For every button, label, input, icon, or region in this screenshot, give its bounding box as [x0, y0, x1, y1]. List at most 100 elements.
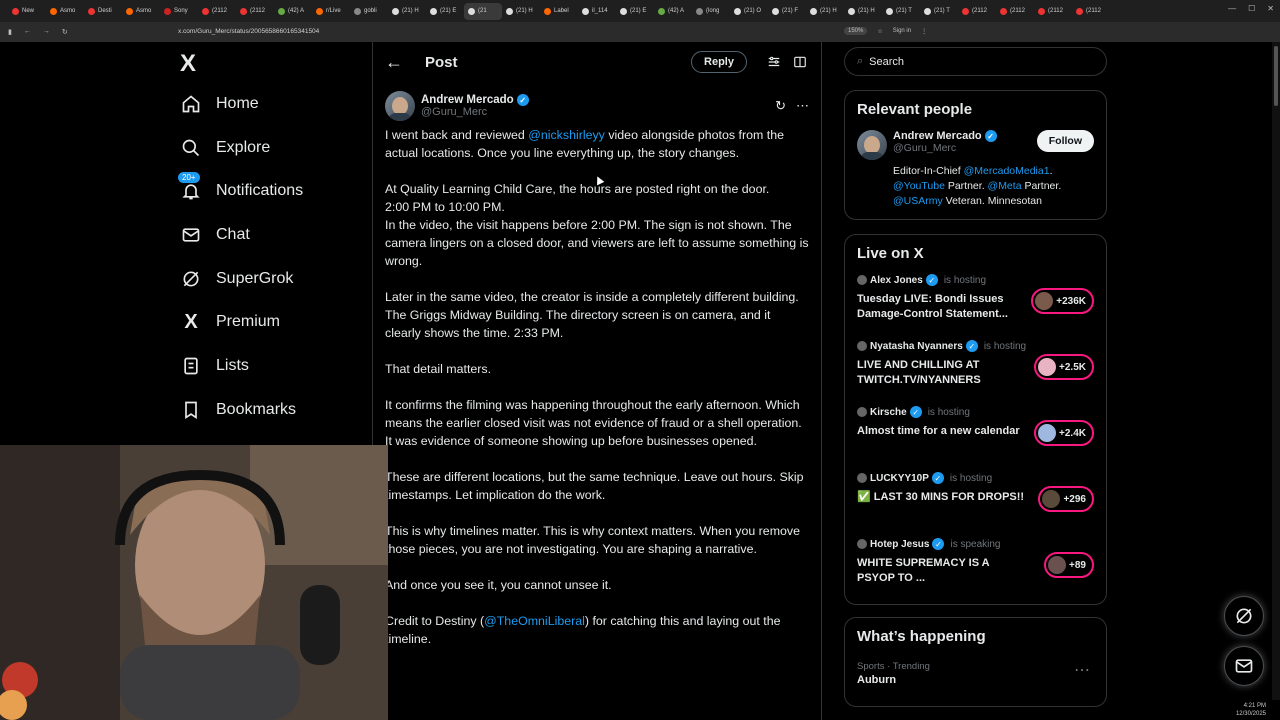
zoom-level[interactable]: 150% [844, 27, 868, 35]
nav-item-explore[interactable]: Explore [180, 126, 370, 170]
browser-tab[interactable]: (21) E [426, 3, 464, 20]
browser-tab[interactable]: (21) T [920, 3, 958, 20]
browser-tab[interactable]: New [8, 3, 46, 20]
sidebar-toggle-icon[interactable]: ▮ [8, 28, 12, 36]
grok-icon [180, 268, 202, 290]
mention-link[interactable]: @YouTube [893, 180, 945, 192]
menu-icon[interactable]: ⋮ [921, 28, 927, 35]
browser-tab[interactable]: Asmo [122, 3, 160, 20]
host-name[interactable]: Hotep Jesus [870, 539, 929, 550]
browser-tab[interactable]: (21) O [730, 3, 768, 20]
host-name[interactable]: LUCKYY10P [870, 473, 929, 484]
browser-tab[interactable]: (42) A [654, 3, 692, 20]
grok-analyze-icon[interactable]: ↻ [775, 98, 786, 114]
nav-item-home[interactable]: Home [180, 82, 370, 126]
browser-tab[interactable]: (long [692, 3, 730, 20]
minimize-icon[interactable]: — [1228, 4, 1236, 13]
browser-tab[interactable]: Asmo [46, 3, 84, 20]
browser-tab[interactable]: r/Live [312, 3, 350, 20]
maximize-icon[interactable]: ☐ [1248, 4, 1255, 13]
search-input[interactable]: ⌕ Search [844, 47, 1107, 76]
listener-count-pill[interactable]: +2.4K [1034, 420, 1094, 446]
live-item[interactable]: Nyatasha Nyanners ✓ is hosting LIVE AND CHI… [857, 340, 1094, 394]
right-sidebar: ⌕ Search Relevant people Andrew Mercado ✓… [844, 42, 1107, 707]
listener-count-pill[interactable]: +2.5K [1034, 354, 1094, 380]
section-title: Relevant people [857, 101, 973, 118]
scrollbar[interactable] [1272, 42, 1280, 700]
nav-item-supergrok[interactable]: SuperGrok [180, 257, 370, 301]
browser-tab[interactable]: (21) H [844, 3, 882, 20]
back-arrow-icon[interactable]: ← [385, 52, 425, 73]
live-title[interactable]: Almost time for a new calendar [857, 424, 1027, 439]
host-name[interactable]: Alex Jones [870, 275, 923, 286]
signin-button[interactable]: Sign in [893, 28, 911, 34]
star-icon[interactable]: ☆ [877, 28, 882, 35]
mention-link[interactable]: @nickshirleyy [528, 128, 605, 142]
browser-tab[interactable]: (21) T [882, 3, 920, 20]
host-avatar [857, 341, 867, 351]
nav-item-bookmarks[interactable]: Bookmarks [180, 388, 370, 432]
browser-tab[interactable]: il_114 [578, 3, 616, 20]
browser-tab[interactable]: (2112 [996, 3, 1034, 20]
follow-button[interactable]: Follow [1036, 130, 1094, 152]
browser-tab[interactable]: Desti [84, 3, 122, 20]
browser-tab[interactable]: (21) F [768, 3, 806, 20]
mention-link[interactable]: @USArmy [893, 195, 943, 207]
nav-item-chat[interactable]: Chat [180, 213, 370, 257]
avatar[interactable] [385, 91, 415, 121]
x-logo-icon[interactable]: X [180, 46, 370, 82]
grok-button[interactable] [1224, 596, 1264, 636]
live-title[interactable]: WHITE SUPREMACY IS A PSYOP TO ... [857, 556, 1027, 586]
host-name[interactable]: Nyatasha Nyanners [870, 341, 963, 352]
live-title[interactable]: LIVE AND CHILLING AT TWITCH.TV/NYANNERS [857, 358, 1027, 388]
browser-tab[interactable]: (2112 [1072, 3, 1110, 20]
forward-icon[interactable]: → [43, 28, 50, 36]
live-title[interactable]: Tuesday LIVE: Bondi Issues Damage-Contro… [857, 292, 1027, 322]
relevant-person[interactable]: Andrew Mercado ✓ @Guru_Merc Follow [857, 130, 1094, 160]
reload-icon[interactable]: ↻ [62, 28, 68, 36]
browser-tab[interactable]: (2112 [198, 3, 236, 20]
nav-item-notifications[interactable]: 20+ Notifications [177, 169, 370, 213]
browser-tab[interactable]: Label [540, 3, 578, 20]
browser-tab[interactable]: gobli [350, 3, 388, 20]
mention-link[interactable]: @MercadoMedia1 [964, 165, 1050, 177]
listener-count-pill[interactable]: +236K [1031, 288, 1094, 314]
live-item[interactable]: LUCKYY10P ✓ is hosting ✅ LAST 30 MINS FOR D… [857, 472, 1094, 526]
browser-tab[interactable]: (21) H [806, 3, 844, 20]
browser-tab[interactable]: (21) H [388, 3, 426, 20]
browser-tab[interactable]: (2112 [958, 3, 996, 20]
listener-count-pill[interactable]: +296 [1038, 486, 1094, 512]
live-item[interactable]: Kirsche ✓ is hosting Almost time for a new … [857, 406, 1094, 460]
listener-count-pill[interactable]: +89 [1044, 552, 1094, 578]
reader-view-icon[interactable] [791, 55, 809, 69]
nav-item-premium[interactable]: X Premium [180, 300, 370, 344]
nav-item-lists[interactable]: Lists [180, 344, 370, 388]
browser-tab[interactable]: (21) E [616, 3, 654, 20]
browser-tab[interactable]: Sony [160, 3, 198, 20]
browser-tab[interactable]: (2112 [236, 3, 274, 20]
mention-link[interactable]: @TheOmniLiberal [484, 614, 585, 628]
more-options-icon[interactable]: ⋯ [796, 98, 809, 114]
author-handle[interactable]: @Guru_Merc [421, 106, 529, 118]
live-item[interactable]: Hotep Jesus ✓ is speaking WHITE SUPREMACY I… [857, 538, 1094, 592]
person-name[interactable]: Andrew Mercado [893, 130, 982, 142]
tab-label: il_114 [592, 8, 608, 14]
messages-button[interactable] [1224, 646, 1264, 686]
live-item[interactable]: Alex Jones ✓ is hosting Tuesday LIVE: Bondi… [857, 274, 1094, 328]
close-icon[interactable]: ✕ [1267, 4, 1274, 13]
back-icon[interactable]: ← [24, 28, 31, 36]
avatar[interactable] [857, 130, 887, 160]
trend-name[interactable]: Auburn [857, 674, 1094, 686]
browser-tab[interactable]: (21) H [502, 3, 540, 20]
more-options-icon[interactable]: ⋯ [1074, 660, 1090, 680]
browser-tab[interactable]: (42) A [274, 3, 312, 20]
filter-icon[interactable] [765, 55, 783, 69]
author-name[interactable]: Andrew Mercado [421, 94, 514, 106]
browser-tab[interactable]: (2112 [1034, 3, 1072, 20]
reply-button[interactable]: Reply [691, 51, 747, 73]
url-field[interactable]: x.com/Guru_Merc/status/20056586601653415… [178, 28, 319, 35]
live-title[interactable]: ✅ LAST 30 MINS FOR DROPS!! [857, 490, 1027, 505]
browser-tab[interactable]: (21 [464, 2, 502, 20]
host-name[interactable]: Kirsche [870, 407, 907, 418]
mention-link[interactable]: @Meta [988, 180, 1022, 192]
